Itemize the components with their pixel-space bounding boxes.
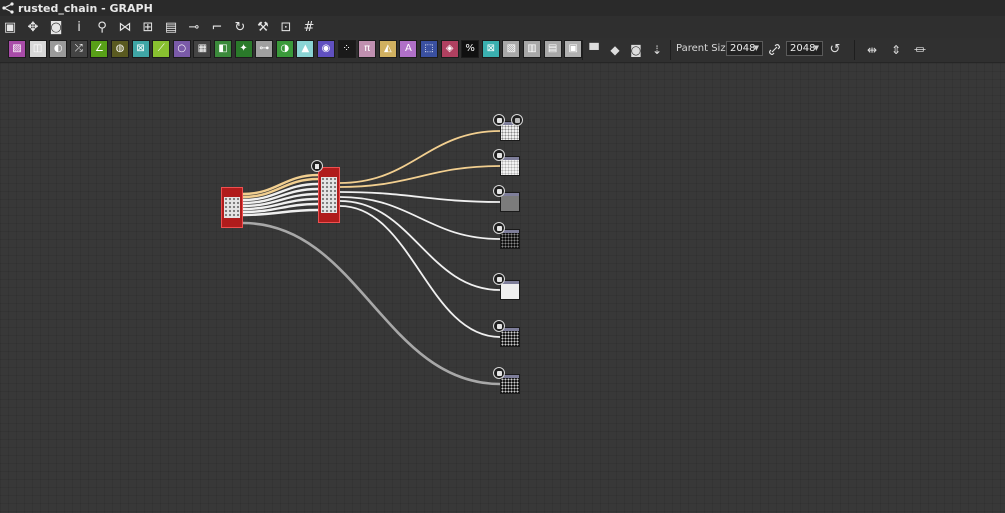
wire-material-to-output [339,205,501,338]
tools-icon[interactable]: ⚒ [253,17,273,37]
graph-canvas[interactable] [0,63,1005,513]
color-fill-atom-icon[interactable]: ◧ [214,40,232,58]
comment-icon[interactable]: ▀ [586,41,602,58]
input-atom-icon[interactable]: ⬚ [420,40,438,58]
wire-material-to-output [339,130,501,184]
wire-material-to-output [339,165,501,188]
parent-size-height-value: 2048 [790,43,816,54]
output-atom-icon[interactable]: ⊠ [481,40,500,58]
pixel-processor-atom-icon[interactable]: π [358,40,377,58]
material-node-thumbnail [321,177,337,213]
layout-icon[interactable]: ⊞ [138,17,158,37]
atom-toolbar: Parent Size: 2048 ▼ 2048 ▼ ↺ ▨ ◫ ◐ ⤮ ∠ ◍ ⊠ ⟋ ○ ▦ ◧… [0,38,1005,63]
preview-icon[interactable]: ⊡ [276,17,296,37]
fx-map-atom-icon[interactable]: ⁘ [337,40,356,58]
align-vertical-icon[interactable]: ⇕ [888,41,904,58]
output-icon [493,114,505,126]
toolbar-separator [854,40,855,60]
warp-atom-icon[interactable]: ✦ [234,40,253,58]
output-icon [493,185,505,197]
material-node[interactable] [318,167,340,223]
output-icon [493,273,505,285]
output-icon [493,222,505,234]
window-title: rusted_chain - GRAPH [18,1,153,15]
frame-node-icon[interactable]: ◙ [628,41,644,58]
text-atom-icon[interactable]: A [399,40,418,58]
output-icon [493,367,505,379]
document-icon [311,160,323,172]
input-node[interactable] [221,187,243,228]
uniform-color-atom-icon[interactable]: ◑ [275,40,294,58]
wire-material-to-output [339,200,501,291]
camera-icon[interactable]: ◙ [46,17,66,37]
link-mode-icon[interactable]: ⊸ [184,17,204,37]
circle-atom-icon[interactable]: ○ [172,40,191,58]
wire-material-to-output [339,196,501,240]
histogram-atom-icon[interactable]: ▲ [296,40,315,58]
gradient-atom-icon[interactable]: ⟋ [152,40,171,58]
graph-icon [2,2,14,14]
info-icon[interactable]: i [69,17,89,37]
frame-all-icon[interactable]: ▣ [0,17,20,37]
node-c-atom-icon[interactable]: ▤ [543,40,562,58]
normal-atom-icon[interactable]: ◭ [378,40,397,58]
crop-icon[interactable]: # [299,17,319,37]
link-icon[interactable] [768,41,780,58]
straight-link-icon[interactable]: ⌐ [207,17,227,37]
reset-icon[interactable]: ↺ [828,41,842,58]
chevron-down-icon: ▼ [813,44,819,52]
color-wheel-atom-icon[interactable]: ◉ [317,40,335,58]
hsl-atom-icon[interactable]: ◍ [111,40,129,58]
parent-size-width-value: 2048 [730,43,756,54]
connect-icon[interactable]: ⋈ [115,17,135,37]
align-horizontal-icon[interactable]: ⇹ [864,41,880,58]
parent-size-height-dropdown[interactable]: 2048 ▼ [786,41,823,56]
pin-icon[interactable]: ⇣ [649,41,665,58]
tile-atom-icon[interactable]: ▦ [193,40,212,58]
title-bar: rusted_chain - GRAPH [0,0,1005,16]
pan-icon[interactable]: ✥ [23,17,43,37]
pin-link-icon[interactable]: ◆ [607,41,623,58]
parent-size-width-dropdown[interactable]: 2048 ▼ [726,41,763,56]
node-a-atom-icon[interactable]: ▧ [502,40,521,58]
comment-frame-icon[interactable]: ▤ [161,17,181,37]
fill-atom-icon[interactable]: ◈ [440,40,459,58]
wire-input-to-opacity [242,221,501,386]
chevron-down-icon: ▼ [753,44,759,52]
curve-atom-icon[interactable]: ∠ [90,40,109,58]
preview-icon [511,114,523,126]
input-node-thumbnail [224,197,240,218]
node-d-atom-icon[interactable]: ▣ [564,40,583,58]
toolbar-separator [582,40,583,60]
toolbar-separator [670,40,671,60]
output-icon [493,149,505,161]
zoom-icon[interactable]: ⚲ [92,17,112,37]
transform-atom-icon[interactable]: ⊠ [131,40,150,58]
graph-toolbar: ▣ ✥ ◙ i ⚲ ⋈ ⊞ ▤ ⊸ ⌐ ↻ ⚒ ⊡ # [0,16,1005,38]
shuffle-atom-icon[interactable]: ⤮ [69,40,88,58]
wire-material-to-output [339,191,501,203]
distribute-icon[interactable]: ⏛ [912,41,928,58]
blend-atom-icon[interactable]: ◫ [28,40,47,58]
channels-atom-icon[interactable]: ⊶ [255,40,274,58]
levels-atom-icon[interactable]: ◐ [49,40,68,58]
bitmap-atom-icon[interactable]: ▨ [8,40,26,58]
value-atom-icon[interactable]: % [461,40,480,58]
refresh-icon[interactable]: ↻ [230,17,250,37]
node-b-atom-icon[interactable]: ▥ [523,40,541,58]
output-icon [493,320,505,332]
